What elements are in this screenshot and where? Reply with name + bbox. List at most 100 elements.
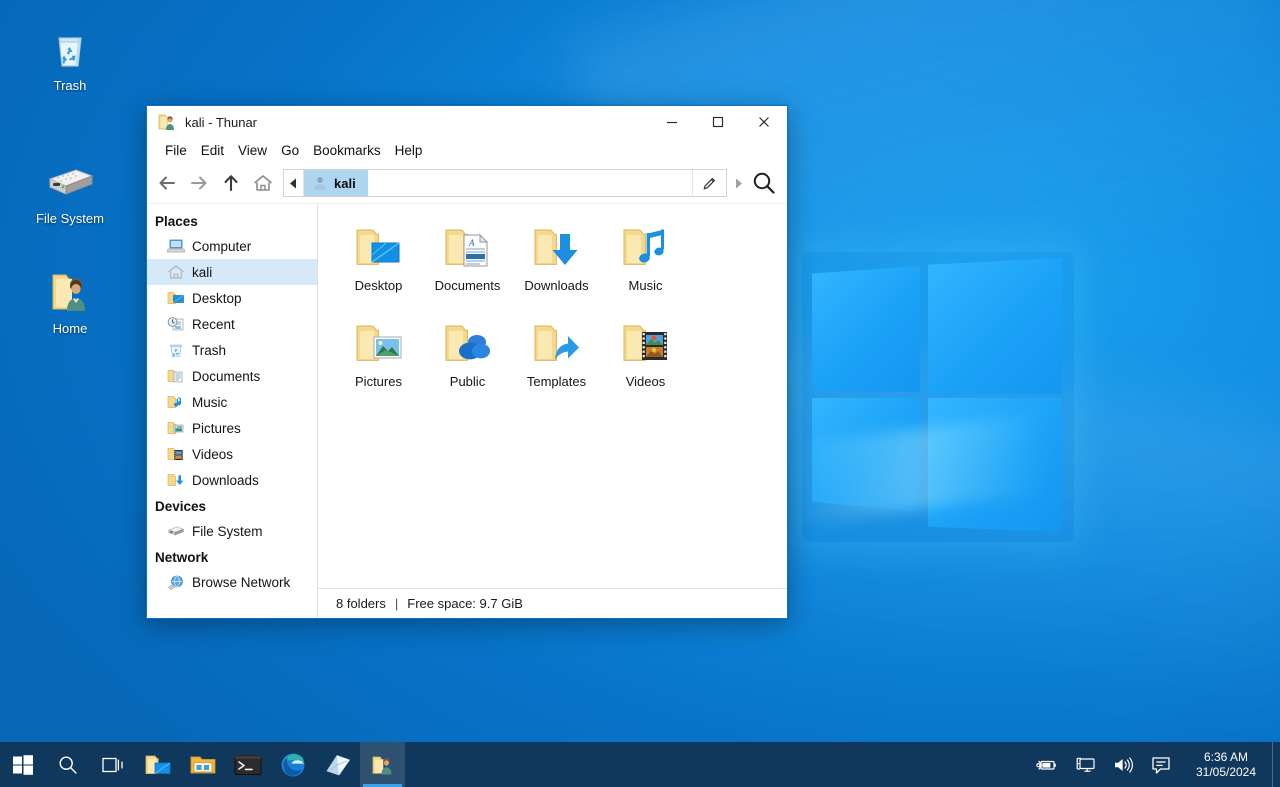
window-title: kali - Thunar [185, 115, 257, 130]
taskbar[interactable]: 6:36 AM 31/05/2024 [0, 742, 1280, 787]
desktop-icon-label: Trash [15, 78, 125, 93]
sidebar-item-label: Documents [192, 369, 260, 384]
videos-folder-icon [167, 445, 185, 463]
sidebar-item-videos[interactable]: Videos [147, 441, 317, 467]
terminal-icon [234, 754, 262, 776]
sidebar-item-desktop[interactable]: Desktop [147, 285, 317, 311]
forward-arrow-icon[interactable] [183, 167, 215, 199]
file-item-desktop[interactable]: Desktop [334, 218, 423, 314]
sidebar-item-music[interactable]: Music [147, 389, 317, 415]
breadcrumb-item-kali[interactable]: kali [304, 170, 368, 196]
svg-text:A: A [468, 238, 475, 248]
taskbar-app-file-explorer-blue[interactable] [135, 742, 180, 787]
minimize-button[interactable] [649, 107, 695, 138]
user-icon [312, 175, 328, 191]
sidebar-item-kali[interactable]: kali [147, 259, 317, 285]
harddisk-icon [167, 522, 185, 540]
back-arrow-icon[interactable] [151, 167, 183, 199]
file-item-label: Music [629, 278, 663, 293]
menubar[interactable]: File Edit View Go Bookmarks Help [147, 138, 787, 163]
start-button[interactable] [0, 742, 45, 787]
sidebar-item-documents[interactable]: Documents [147, 363, 317, 389]
file-item-public[interactable]: Public [423, 314, 512, 410]
desktop-icon-trash[interactable]: Trash [15, 22, 125, 93]
folder-public-icon [441, 318, 495, 370]
taskbar-clock[interactable]: 6:36 AM 31/05/2024 [1180, 742, 1272, 787]
places-sidebar[interactable]: Places Computer [147, 204, 318, 618]
thunar-file-manager-window[interactable]: kali - Thunar File Edit View Go Bookmark… [146, 105, 788, 619]
tray-battery-button[interactable] [1028, 742, 1066, 787]
sidebar-item-pictures[interactable]: Pictures [147, 415, 317, 441]
sidebar-item-label: kali [192, 265, 212, 280]
recent-clock-icon [167, 315, 185, 333]
file-item-documents[interactable]: A Documents [423, 218, 512, 314]
menu-item-bookmarks[interactable]: Bookmarks [306, 141, 388, 160]
file-item-label: Desktop [355, 278, 403, 293]
search-icon[interactable] [747, 166, 781, 200]
file-item-videos[interactable]: Videos [601, 314, 690, 410]
folder-documents-icon: A [441, 222, 495, 274]
taskbar-app-thunar[interactable] [360, 742, 405, 787]
sidebar-item-label: Desktop [192, 291, 242, 306]
maximize-button[interactable] [695, 107, 741, 138]
pencil-icon[interactable] [692, 170, 726, 196]
file-item-music[interactable]: Music [601, 218, 690, 314]
sidebar-item-label: Music [192, 395, 227, 410]
folder-videos-icon [619, 318, 673, 370]
volume-icon [1112, 756, 1134, 774]
file-item-templates[interactable]: Templates [512, 314, 601, 410]
navigation-toolbar[interactable]: kali [147, 163, 787, 203]
sidebar-item-file-system[interactable]: File System [147, 518, 317, 544]
sidebar-item-downloads[interactable]: Downloads [147, 467, 317, 493]
folder-music-icon [619, 222, 673, 274]
documents-folder-icon [167, 367, 185, 385]
sidebar-item-trash[interactable]: Trash [147, 337, 317, 363]
trash-icon [167, 341, 185, 359]
menu-item-edit[interactable]: Edit [194, 141, 231, 160]
path-empty-area[interactable] [368, 170, 692, 196]
tray-network-button[interactable] [1066, 742, 1104, 787]
sidebar-item-label: Recent [192, 317, 235, 332]
folder-templates-icon [530, 318, 584, 370]
path-scroll-left-button[interactable] [284, 170, 304, 196]
menu-item-go[interactable]: Go [274, 141, 306, 160]
clock-time: 6:36 AM [1204, 750, 1248, 765]
tray-volume-button[interactable] [1104, 742, 1142, 787]
desktop-icon-file-system[interactable]: File System [15, 155, 125, 226]
sidebar-item-browse-network[interactable]: Browse Network [147, 569, 317, 595]
home-icon[interactable] [247, 167, 279, 199]
menu-item-file[interactable]: File [158, 141, 194, 160]
sidebar-item-recent[interactable]: Recent [147, 311, 317, 337]
computer-icon [167, 237, 185, 255]
file-item-label: Documents [435, 278, 501, 293]
file-icon-view[interactable]: Desktop A [318, 204, 787, 588]
show-desktop-button[interactable] [1272, 742, 1280, 787]
window-titlebar[interactable]: kali - Thunar [147, 106, 787, 138]
taskbar-app-terminal[interactable] [225, 742, 270, 787]
pictures-folder-icon [167, 419, 185, 437]
menu-item-view[interactable]: View [231, 141, 274, 160]
music-folder-icon [167, 393, 185, 411]
chevron-right-icon[interactable] [729, 178, 747, 189]
tray-action-center-button[interactable] [1142, 742, 1180, 787]
file-item-pictures[interactable]: Pictures [334, 314, 423, 410]
taskbar-app-microsoft-edge[interactable] [270, 742, 315, 787]
file-item-label: Videos [626, 374, 666, 389]
menu-item-help[interactable]: Help [388, 141, 430, 160]
status-free-space: Free space: 9.7 GiB [407, 596, 523, 611]
close-button[interactable] [741, 107, 787, 138]
sidebar-item-computer[interactable]: Computer [147, 233, 317, 259]
taskbar-app-mail[interactable] [315, 742, 360, 787]
sidebar-header-places: Places [147, 210, 317, 233]
file-item-label: Pictures [355, 374, 402, 389]
search-icon [57, 754, 79, 776]
taskbar-search-button[interactable] [45, 742, 90, 787]
taskbar-app-file-manager[interactable] [180, 742, 225, 787]
up-arrow-icon[interactable] [215, 167, 247, 199]
desktop-icon-home[interactable]: Home [15, 265, 125, 336]
file-item-downloads[interactable]: Downloads [512, 218, 601, 314]
sidebar-header-devices: Devices [147, 495, 317, 518]
path-breadcrumb-bar[interactable]: kali [283, 169, 727, 197]
sidebar-item-label: Computer [192, 239, 251, 254]
task-view-button[interactable] [90, 742, 135, 787]
